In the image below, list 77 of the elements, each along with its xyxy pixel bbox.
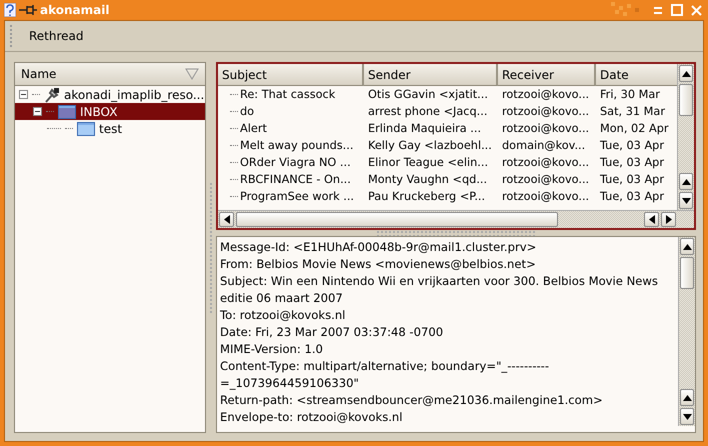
window-title: akonamail [40,3,110,17]
up-arrow-icon[interactable] [682,244,692,250]
splitter-handle[interactable] [209,182,213,313]
header-line: From: Belbios Movie News <movienews@belbios.net> [220,256,537,273]
up-arrow-icon[interactable] [682,70,690,76]
down-arrow-icon[interactable] [682,414,692,420]
scroll-thumb[interactable] [680,257,694,289]
scroll-thumb[interactable] [236,212,558,227]
close-icon [690,4,702,16]
pin-icon[interactable] [19,4,37,16]
column-header[interactable]: Date [596,64,677,86]
header-line: Date: Fri, 23 Mar 2007 03:37:48 -0700 [220,324,444,341]
column-header[interactable]: Subject [218,64,364,86]
date-cell[interactable]: Sat, 31 Mar [596,105,677,118]
receiver-cell[interactable]: rotzooi@kovo... [498,173,596,186]
splitter-handle[interactable] [376,230,536,236]
maximize-button[interactable] [669,2,685,18]
date-cell[interactable]: Fri, 30 Mar [596,88,677,101]
sort-arrow-icon [185,68,199,80]
subject-cell[interactable]: Alert [240,122,267,135]
collapse-icon[interactable] [19,90,28,99]
maximize-icon [671,4,683,16]
tree-item[interactable]: akonadi_imaplib_reso... [15,86,205,103]
header-line: Return-path: <streamsendbouncer@me21036.mailengine1.com> [220,392,604,409]
date-cell[interactable]: Tue, 03 Apr [596,156,677,169]
subject-cell[interactable]: Melt away pounds... [240,139,354,152]
header-line: Subject: Win een Nintendo Wii en vrijkaarten voor 300. Belbios Movie News editie 06 maart 2007 [220,273,659,307]
header-line: Envelope-to: rotzooi@kovoks.nl [220,409,404,426]
column-header[interactable]: Sender [364,64,498,86]
horizontal-scrollbar[interactable] [218,210,694,228]
receiver-cell[interactable]: rotzooi@kovo... [498,122,596,135]
header-line: To: rotzooi@kovoks.nl [220,307,346,324]
header-line: Content-Type: multipart/alternative; boundary="_----------=_1073964459106330" [220,358,550,392]
left-arrow-icon[interactable] [224,215,230,224]
right-arrow-icon[interactable] [666,215,672,224]
scroll-thumb[interactable] [679,84,693,116]
column-header[interactable]: Receiver [498,64,596,86]
subject-cell[interactable]: Re: That cassock [240,88,336,101]
subject-cell[interactable]: ORder Viagra NO ... [240,156,351,169]
receiver-cell[interactable]: rotzooi@kovo... [498,156,596,169]
sender-cell[interactable]: Otis GGavin <xjatit... [364,88,498,101]
receiver-cell[interactable]: rotzooi@kovo... [498,190,596,203]
sender-cell[interactable]: Kelly Gay <lazboehl... [364,139,498,152]
date-cell[interactable]: Tue, 03 Apr [596,173,677,186]
folder-icon [77,122,95,136]
receiver-cell[interactable]: rotzooi@kovo... [498,105,596,118]
sender-cell[interactable]: Erlinda Maquieira ... [364,122,498,135]
subject-cell[interactable]: ProgramSee work ... [240,190,354,203]
rethread-button[interactable]: Rethread [23,25,90,47]
receiver-cell[interactable]: rotzooi@kovo... [498,88,596,101]
down-arrow-icon[interactable] [682,198,690,204]
date-cell[interactable]: Tue, 03 Apr [596,139,677,152]
subject-cell[interactable]: do [240,105,254,118]
help-icon[interactable] [4,3,16,17]
header-line: Message-Id: <E1HUhAf-00048b-9r@mail1.cluster.prv> [220,239,538,256]
sender-cell[interactable]: Elinor Teague <elin... [364,156,498,169]
subject-cell[interactable]: RBCFINANCE - On... [240,173,351,186]
receiver-cell[interactable]: domain@kov... [498,139,596,152]
left-arrow-icon[interactable] [648,215,654,224]
folder-icon [58,104,76,118]
collapse-icon[interactable] [33,107,42,116]
up-arrow-icon[interactable] [682,178,690,184]
sender-cell[interactable]: Monty Vaughn <qd... [364,173,498,186]
sender-cell[interactable]: Pau Kruckeberg <P... [364,190,498,203]
tree-item[interactable]: test [15,120,205,137]
plug-icon [44,86,60,102]
header-line: MIME-Version: 1.0 [220,341,324,358]
date-cell[interactable]: Tue, 03 Apr [596,190,677,203]
toolbar-grip[interactable] [9,24,13,48]
vertical-scrollbar[interactable] [678,237,695,426]
vertical-scrollbar[interactable] [677,64,694,210]
up-arrow-icon[interactable] [682,394,692,400]
minimize-icon [653,6,663,14]
sender-cell[interactable]: arrest phone <Jacq... [364,105,498,118]
name-column-header[interactable]: Name [15,63,205,86]
tree-item[interactable]: INBOX [15,103,205,120]
date-cell[interactable]: Mon, 02 Apr [596,122,677,135]
